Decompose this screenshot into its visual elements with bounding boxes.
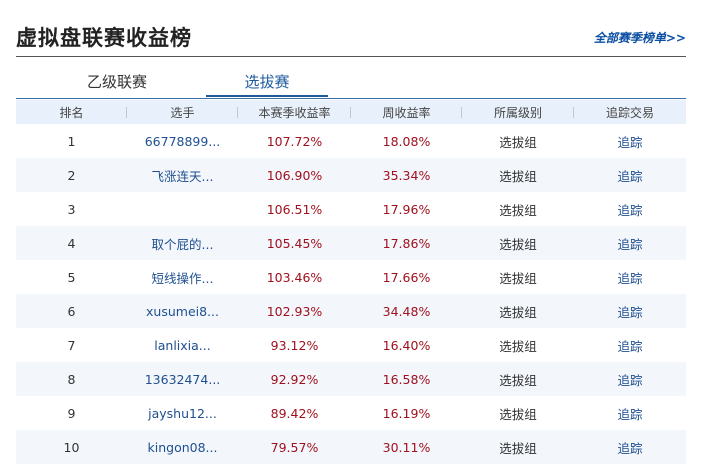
rank-cell: 2 (16, 158, 127, 192)
track-trade-link[interactable]: 追踪 (574, 124, 686, 158)
player-link[interactable]: xusumei8... (127, 294, 238, 328)
player-link[interactable]: 66778899... (127, 124, 238, 158)
rank-cell: 6 (16, 294, 127, 328)
level-cell: 选拔组 (462, 430, 574, 464)
season-return-cell: 102.93% (238, 294, 351, 328)
track-trade-link[interactable]: 追踪 (574, 362, 686, 396)
level-cell: 选拔组 (499, 202, 537, 218)
track-trade-link[interactable]: 追踪 (574, 430, 686, 464)
season-return-cell: 92.92% (238, 362, 351, 396)
player-link[interactable]: lanlixia... (127, 328, 238, 362)
player-link[interactable]: 飞涨连天... (127, 158, 238, 192)
track-trade-link[interactable]: 追踪 (574, 294, 686, 328)
tab-league-b[interactable]: 乙级联赛 (62, 70, 172, 97)
rank-cell: 4 (16, 226, 127, 260)
table-row: 4 取个屁的... 105.45% 17.86% 选拔组 追踪 (16, 226, 686, 260)
level-cell: 选拔组 (462, 226, 574, 260)
column-header-rank: 排名 (16, 100, 127, 124)
player-link[interactable]: 短线操作... (127, 260, 238, 294)
column-header-weekly-return: 周收益率 (351, 100, 462, 124)
level-cell: 选拔组 (499, 338, 537, 354)
season-return-cell: 103.46% (266, 269, 323, 285)
table-row: 6 xusumei8... 102.93% 34.48% 选拔组 追踪 (16, 294, 686, 328)
season-return-cell: 89.42% (270, 405, 319, 421)
season-return-cell: 105.45% (238, 226, 351, 260)
player-link[interactable]: 取个屁的... (127, 226, 238, 260)
rank-cell: 1 (67, 133, 76, 149)
table-header-row: 排名 选手 本赛季收益率 周收益率 所属级别 追踪交易 (16, 100, 686, 124)
season-return-cell: 106.90% (238, 158, 351, 192)
track-trade-link[interactable]: 追踪 (574, 226, 686, 260)
level-cell: 选拔组 (499, 134, 537, 150)
season-return-cell: 93.12% (270, 337, 319, 353)
player-link[interactable]: kingon08... (127, 430, 238, 464)
rank-cell: 7 (67, 337, 76, 353)
weekly-return-cell: 30.11% (351, 430, 462, 464)
rank-cell: 9 (67, 405, 76, 421)
table-row: 7 lanlixia... 93.12% 16.40% 选拔组 追踪 (16, 328, 686, 362)
track-trade-link[interactable]: 追踪 (574, 396, 686, 430)
tab-divider (16, 98, 686, 99)
player-link[interactable]: jayshu12... (127, 396, 238, 430)
table-row: 9 jayshu12... 89.42% 16.19% 选拔组 追踪 (16, 396, 686, 430)
page-title: 虚拟盘联赛收益榜 (16, 26, 192, 50)
column-header-level: 所属级别 (462, 100, 574, 124)
rank-cell: 10 (16, 430, 127, 464)
rank-cell: 8 (16, 362, 127, 396)
weekly-return-cell: 34.48% (351, 294, 462, 328)
track-trade-link[interactable]: 追踪 (574, 328, 686, 362)
weekly-return-cell: 35.34% (351, 158, 462, 192)
table-row: 2 飞涨连天... 106.90% 35.34% 选拔组 追踪 (16, 158, 686, 192)
leaderboard-header: 虚拟盘联赛收益榜 全部赛季榜单>> (16, 22, 686, 57)
table-row: 1 66778899... 107.72% 18.08% 选拔组 追踪 (16, 124, 686, 158)
weekly-return-cell: 18.08% (382, 133, 431, 149)
track-trade-link[interactable]: 追踪 (574, 158, 686, 192)
season-return-cell: 107.72% (266, 133, 323, 149)
track-trade-link[interactable]: 追踪 (574, 260, 686, 294)
table-row: 8 13632474... 92.92% 16.58% 选拔组 追踪 (16, 362, 686, 396)
table-row: 5 短线操作... 103.46% 17.66% 选拔组 追踪 (16, 260, 686, 294)
weekly-return-cell: 16.19% (382, 405, 431, 421)
player-link[interactable] (127, 192, 238, 226)
tab-selection[interactable]: 选拔赛 (206, 70, 328, 97)
season-return-cell: 79.57% (238, 430, 351, 464)
table-row: 10 kingon08... 79.57% 30.11% 选拔组 追踪 (16, 430, 686, 464)
column-header-season-return: 本赛季收益率 (238, 100, 351, 124)
level-cell: 选拔组 (499, 406, 537, 422)
column-header-player: 选手 (127, 100, 238, 124)
track-trade-link[interactable]: 追踪 (574, 192, 686, 226)
column-header-track: 追踪交易 (574, 100, 686, 124)
weekly-return-cell: 16.58% (351, 362, 462, 396)
level-cell: 选拔组 (462, 158, 574, 192)
rank-cell: 5 (67, 269, 76, 285)
table-row: 3 106.51% 17.96% 选拔组 追踪 (16, 192, 686, 226)
all-seasons-link[interactable]: 全部赛季榜单>> (594, 29, 686, 46)
weekly-return-cell: 17.66% (382, 269, 431, 285)
player-link[interactable]: 13632474... (127, 362, 238, 396)
weekly-return-cell: 17.86% (351, 226, 462, 260)
level-cell: 选拔组 (462, 362, 574, 396)
league-tabs: 乙级联赛 选拔赛 (16, 70, 686, 98)
table-body: 1 66778899... 107.72% 18.08% 选拔组 追踪 2 飞涨连天... 10… (16, 124, 686, 464)
weekly-return-cell: 17.96% (382, 201, 431, 217)
rank-cell: 3 (67, 201, 76, 217)
season-return-cell: 106.51% (266, 201, 323, 217)
level-cell: 选拔组 (462, 294, 574, 328)
level-cell: 选拔组 (499, 270, 537, 286)
weekly-return-cell: 16.40% (382, 337, 431, 353)
leaderboard-table: 排名 选手 本赛季收益率 周收益率 所属级别 追踪交易 1 66778899...… (16, 100, 686, 464)
